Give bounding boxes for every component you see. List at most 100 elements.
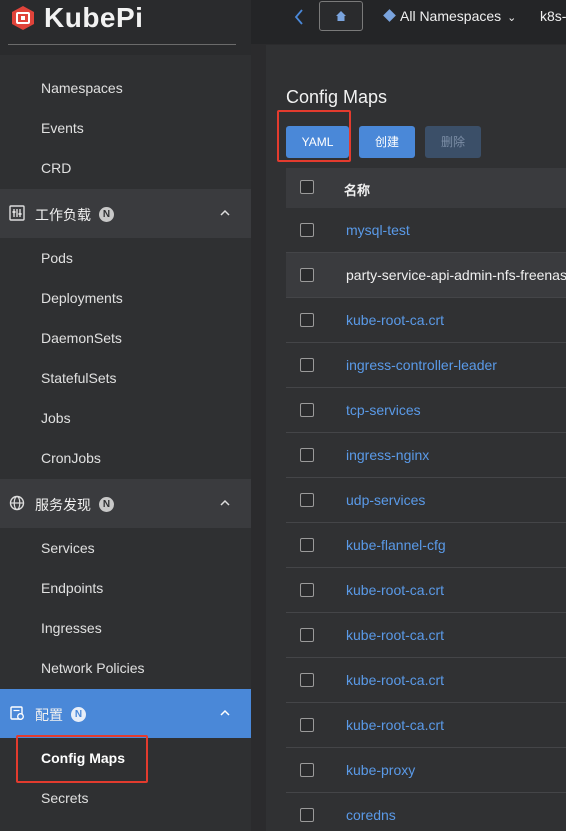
sidebar-item-daemonsets[interactable]: DaemonSets [0, 318, 251, 358]
sidebar-item-jobs[interactable]: Jobs [0, 398, 251, 438]
row-checkbox[interactable] [300, 448, 314, 462]
sidebar-group-label: 服务发现 [35, 497, 91, 513]
create-button[interactable]: 创建 [359, 126, 415, 158]
sidebar-item-label: Namespaces [41, 80, 123, 96]
namespace-cube-icon [383, 9, 396, 22]
table-row[interactable]: kube-root-ca.crt [286, 568, 566, 613]
delete-button[interactable]: 删除 [425, 126, 481, 158]
table-row[interactable]: tcp-services [286, 388, 566, 433]
sidebar-item-label: StatefulSets [41, 370, 117, 386]
logo-area: KubePi [0, 0, 251, 55]
sidebar-item-label: DaemonSets [41, 330, 122, 346]
row-checkbox[interactable] [300, 538, 314, 552]
new-badge: N [71, 707, 86, 722]
table-row[interactable]: ingress-nginx [286, 433, 566, 478]
configmap-name-link[interactable]: kube-proxy [346, 762, 415, 778]
row-checkbox[interactable] [300, 313, 314, 327]
sidebar-item-cronjobs[interactable]: CronJobs [0, 438, 251, 478]
row-checkbox[interactable] [300, 268, 314, 282]
chevron-left-icon[interactable] [293, 8, 305, 26]
row-checkbox[interactable] [300, 223, 314, 237]
table-row[interactable]: kube-root-ca.crt [286, 703, 566, 748]
table-row[interactable]: party-service-api-admin-nfs-freenas [286, 253, 566, 298]
configmap-name-link[interactable]: party-service-api-admin-nfs-freenas [346, 267, 566, 283]
sidebar-item-secrets[interactable]: Secrets [0, 778, 251, 818]
row-checkbox[interactable] [300, 808, 314, 822]
chevron-up-icon [220, 209, 230, 216]
column-header-name[interactable]: 名称 [344, 180, 370, 199]
sidebar-group-discovery[interactable]: 服务发现 N [0, 479, 251, 528]
namespace-selector[interactable]: All Namespaces ⌄ [383, 8, 517, 24]
row-checkbox[interactable] [300, 583, 314, 597]
sidebar-item-label: Pods [41, 250, 73, 266]
sidebar-group-label: 配置 [35, 707, 63, 723]
new-badge: N [99, 497, 114, 512]
row-checkbox[interactable] [300, 358, 314, 372]
new-badge: N [99, 207, 114, 222]
sidebar-item-endpoints[interactable]: Endpoints [0, 568, 251, 608]
cluster-name[interactable]: k8s- [540, 8, 566, 24]
configmap-name-link[interactable]: tcp-services [346, 402, 421, 418]
configmap-name-link[interactable]: kube-root-ca.crt [346, 672, 444, 688]
sidebar-item-label: Jobs [41, 410, 71, 426]
sidebar-item-label: CronJobs [41, 450, 101, 466]
sidebar-item-pods[interactable]: Pods [0, 238, 251, 278]
chevron-down-icon: ⌄ [507, 12, 517, 24]
sidebar-item-statefulsets[interactable]: StatefulSets [0, 358, 251, 398]
row-checkbox[interactable] [300, 673, 314, 687]
row-checkbox[interactable] [300, 493, 314, 507]
page-title: Config Maps [286, 87, 388, 107]
table-row[interactable]: coredns [286, 793, 566, 831]
configmap-name-link[interactable]: mysql-test [346, 222, 410, 238]
configmap-name-link[interactable]: kube-root-ca.crt [346, 312, 444, 328]
configmap-name-link[interactable]: kube-flannel-cfg [346, 537, 446, 553]
table-row[interactable]: kube-flannel-cfg [286, 523, 566, 568]
highlight-box-yaml [277, 110, 351, 162]
logo-divider [8, 44, 236, 45]
select-all-checkbox[interactable] [300, 180, 314, 194]
app-name: KubePi [44, 2, 144, 33]
configmap-name-link[interactable]: kube-root-ca.crt [346, 717, 444, 733]
configmap-name-link[interactable]: ingress-controller-leader [346, 357, 497, 373]
top-bar: All Namespaces ⌄ k8s- [251, 0, 566, 44]
sidebar-item-deployments[interactable]: Deployments [0, 278, 251, 318]
sidebar-item-network-policies[interactable]: Network Policies [0, 648, 251, 688]
configmap-name-link[interactable]: kube-root-ca.crt [346, 582, 444, 598]
sliders-icon [9, 205, 25, 221]
table-row[interactable]: ingress-controller-leader [286, 343, 566, 388]
table-row[interactable]: mysql-test [286, 208, 566, 253]
table-row[interactable]: kube-root-ca.crt [286, 298, 566, 343]
chevron-up-icon [220, 499, 230, 506]
row-checkbox[interactable] [300, 763, 314, 777]
sidebar-item-events[interactable]: Events [0, 108, 251, 148]
sidebar-item-label: Ingresses [41, 620, 102, 636]
configmap-name-link[interactable]: coredns [346, 807, 396, 823]
sidebar-item-namespaces[interactable]: Namespaces [0, 68, 251, 108]
sidebar-group-workload[interactable]: 工作负载 N [0, 189, 251, 238]
table-row[interactable]: udp-services [286, 478, 566, 523]
configmap-name-link[interactable]: ingress-nginx [346, 447, 429, 463]
row-checkbox[interactable] [300, 718, 314, 732]
sidebar-item-label: Deployments [41, 290, 123, 306]
table-row[interactable]: kube-proxy [286, 748, 566, 793]
row-checkbox[interactable] [300, 403, 314, 417]
sidebar: KubePi Namespaces Events CRD 工作负载 N Pods… [0, 0, 251, 831]
row-checkbox[interactable] [300, 628, 314, 642]
table-row[interactable]: kube-root-ca.crt [286, 613, 566, 658]
sidebar-item-label: Events [41, 120, 84, 136]
sidebar-item-label: Endpoints [41, 580, 104, 596]
table-row[interactable]: kube-root-ca.crt [286, 658, 566, 703]
sidebar-group-config[interactable]: 配置 N [0, 689, 251, 738]
globe-icon [9, 495, 25, 511]
sidebar-item-label: Services [41, 540, 95, 556]
home-button[interactable] [319, 1, 363, 31]
sidebar-item-crd[interactable]: CRD [0, 148, 251, 188]
configmap-name-link[interactable]: kube-root-ca.crt [346, 627, 444, 643]
highlight-box-config-maps [16, 735, 148, 783]
table-header: 名称 [286, 168, 566, 208]
sidebar-item-ingresses[interactable]: Ingresses [0, 608, 251, 648]
kubepi-logo-icon [12, 6, 34, 30]
sidebar-item-services[interactable]: Services [0, 528, 251, 568]
configmap-name-link[interactable]: udp-services [346, 492, 425, 508]
chevron-up-icon [220, 709, 230, 716]
